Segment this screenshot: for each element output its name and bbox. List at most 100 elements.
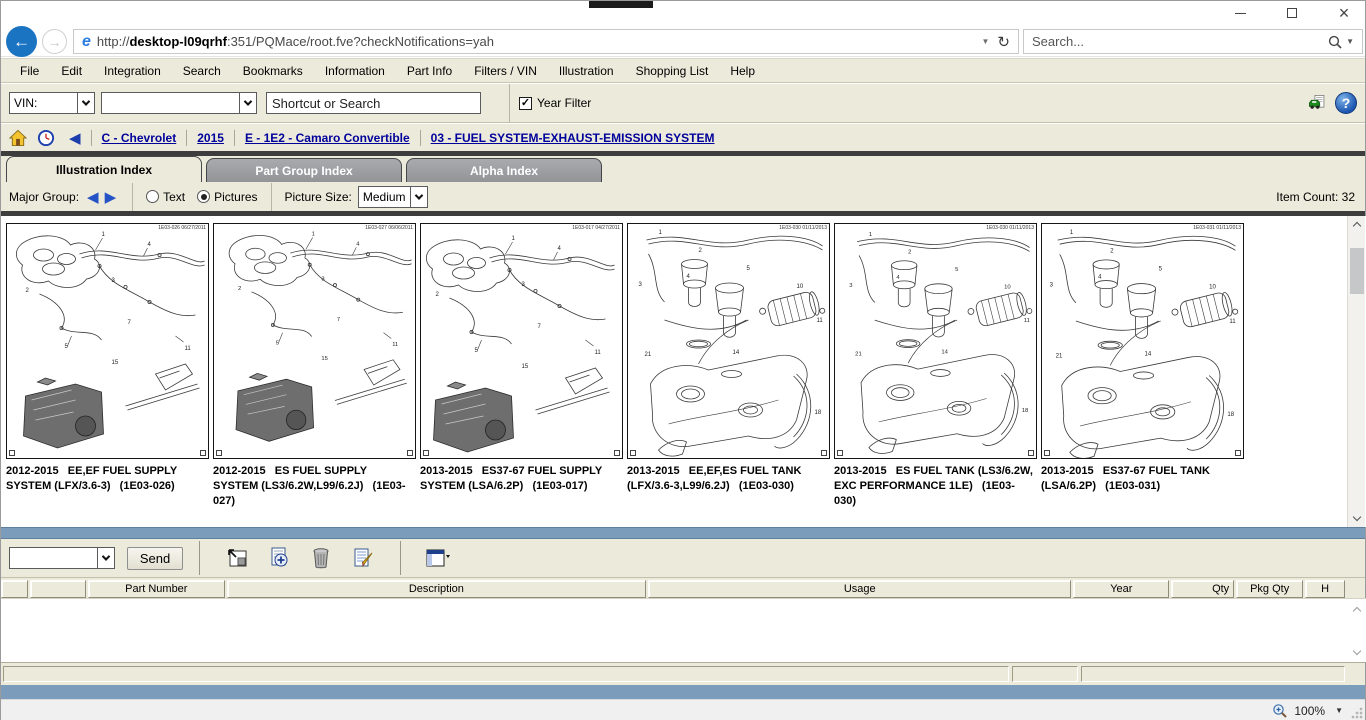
send-target-dropdown-button[interactable] [97,548,114,568]
illustration-thumbnail[interactable]: 1E03-017 04/27/2011 [420,223,623,459]
chevron-up-icon[interactable] [1353,607,1361,615]
menu-search[interactable]: Search [172,64,232,78]
thumbnail-corner-icon [216,450,222,456]
menu-illustration[interactable]: Illustration [548,64,625,78]
major-group-next-icon[interactable]: ▶ [105,188,117,206]
vin-type-dropdown-button[interactable] [77,93,94,113]
browser-search-input[interactable] [1024,34,1328,49]
zoom-magnifier-icon[interactable] [1272,703,1288,719]
scroll-up-button[interactable] [1348,216,1366,233]
header-usage[interactable]: Usage [648,580,1071,598]
edit-notes-button[interactable] [350,546,376,570]
illustration-caption[interactable]: 2013-2015 ES37-67 FUEL SUPPLY SYSTEM (LS… [420,464,622,494]
scrollbar-thumb[interactable] [1350,248,1364,294]
breadcrumb-back-icon[interactable]: ◀ [69,129,81,147]
url-text[interactable]: http://desktop-l09qrhf:351/PQMace/root.f… [97,34,974,49]
breadcrumb-year[interactable]: 2015 [197,131,224,145]
search-dropdown-icon[interactable]: ▼ [1346,37,1354,46]
picture-size-select-button[interactable] [410,187,427,207]
header-part-number[interactable]: Part Number [88,580,225,598]
breadcrumb-make[interactable]: C - Chevrolet [102,131,177,145]
maximize-button[interactable] [1279,3,1305,23]
illustration-thumbnail[interactable]: 1E03-030 01/11/2013 [834,223,1037,459]
help-button[interactable]: ? [1335,92,1357,114]
divider [91,130,92,146]
breadcrumb-model[interactable]: E - 1E2 - Camaro Convertible [245,131,410,145]
trash-icon [311,547,331,569]
header-description[interactable]: Description [227,580,646,598]
header-qty[interactable]: Qty [1171,580,1234,598]
send-button[interactable]: Send [127,547,183,570]
menu-integration[interactable]: Integration [93,64,172,78]
title-bar: × [1,1,1365,27]
zoom-level[interactable]: 100% [1294,704,1325,718]
illustration-caption[interactable]: 2013-2015 EE,EF,ES FUEL TANK (LFX/3.6-3,… [627,464,829,494]
menu-file[interactable]: File [9,64,50,78]
vin-value-dropdown-button[interactable] [239,93,256,113]
scroll-down-button[interactable] [1348,510,1366,527]
search-icon[interactable] [1328,35,1342,49]
menu-part-info[interactable]: Part Info [396,64,463,78]
pictures-radio[interactable] [197,190,210,203]
divider [199,541,200,575]
address-dropdown-icon[interactable]: ▼ [982,37,990,46]
illustration-drawing [7,224,208,458]
header-pkg-qty[interactable]: Pkg Qty [1236,580,1303,598]
tab-illustration-index[interactable]: Illustration Index [6,156,202,182]
menu-information[interactable]: Information [314,64,396,78]
illustration-caption[interactable]: 2013-2015 ES FUEL TANK (LS3/6.2W, EXC PE… [834,464,1036,509]
delete-button[interactable] [308,546,334,570]
breadcrumb-group[interactable]: 03 - FUEL SYSTEM-EXHAUST-EMISSION SYSTEM [431,131,715,145]
illustration-drawing [835,224,1036,458]
illustration-caption[interactable]: 2012-2015 ES FUEL SUPPLY SYSTEM (LS3/6.2… [213,464,415,509]
header-h[interactable]: H [1305,580,1345,598]
chevron-down-icon [415,191,423,199]
gallery-scrollbar[interactable] [1347,216,1365,527]
illustration-thumbnail[interactable]: 1E03-026 06/27/2011 [6,223,209,459]
table-scrollbar[interactable] [1350,605,1364,657]
zoom-dropdown-icon[interactable]: ▼ [1335,706,1343,715]
vehicle-report-icon[interactable] [1308,94,1326,112]
major-group-prev-icon[interactable]: ◀ [87,188,99,206]
illustration-thumbnail[interactable]: 1E03-031 01/11/2013 [1041,223,1244,459]
illustration-caption[interactable]: 2012-2015 EE,EF FUEL SUPPLY SYSTEM (LFX/… [6,464,208,494]
tab-part-group-index[interactable]: Part Group Index [206,158,402,182]
menu-filters-vin[interactable]: Filters / VIN [463,64,548,78]
chevron-down-icon[interactable] [1353,647,1361,655]
chevron-down-icon [1353,513,1361,521]
header-year[interactable]: Year [1073,580,1169,598]
browser-search-box[interactable]: ▼ [1023,29,1363,54]
menu-bookmarks[interactable]: Bookmarks [232,64,314,78]
popout-window-button[interactable] [224,546,250,570]
back-button[interactable]: ← [6,26,37,57]
home-icon[interactable] [9,129,27,147]
illustration-caption[interactable]: 2013-2015 ES37-67 FUEL TANK (LSA/6.2P) (… [1041,464,1243,494]
popout-window-icon [226,548,248,568]
year-filter-checkbox[interactable]: ✓ [519,97,532,110]
resize-grip[interactable] [1351,707,1363,719]
add-item-button[interactable] [266,546,292,570]
minimize-button[interactable] [1227,3,1253,23]
menu-edit[interactable]: Edit [50,64,93,78]
tab-alpha-index[interactable]: Alpha Index [406,158,602,182]
vin-value-dropdown[interactable] [101,92,257,114]
shortcut-search-input[interactable] [266,92,481,114]
parts-table-body[interactable] [1,598,1366,662]
illustration-thumbnail[interactable]: 1E03-030 01/11/2013 [627,223,830,459]
address-bar[interactable]: e http://desktop-l09qrhf:351/PQMace/root… [73,29,1019,54]
column-options-button[interactable] [425,546,451,570]
close-button[interactable]: × [1331,3,1357,23]
history-clock-icon[interactable] [37,129,55,147]
picture-size-select[interactable]: Medium [358,186,428,208]
text-radio[interactable] [146,190,159,203]
menu-shopping-list[interactable]: Shopping List [625,64,720,78]
header-thumb-column[interactable] [30,580,86,598]
menu-help[interactable]: Help [719,64,766,78]
refresh-icon[interactable]: ↻ [997,33,1010,51]
send-target-dropdown[interactable] [9,547,115,569]
header-selector-column[interactable] [1,580,28,598]
pane-splitter[interactable] [1,527,1365,539]
forward-button[interactable]: → [42,29,67,54]
vin-type-dropdown[interactable]: VIN: [9,92,95,114]
illustration-thumbnail[interactable]: 1E03-027 06/06/2011 [213,223,416,459]
